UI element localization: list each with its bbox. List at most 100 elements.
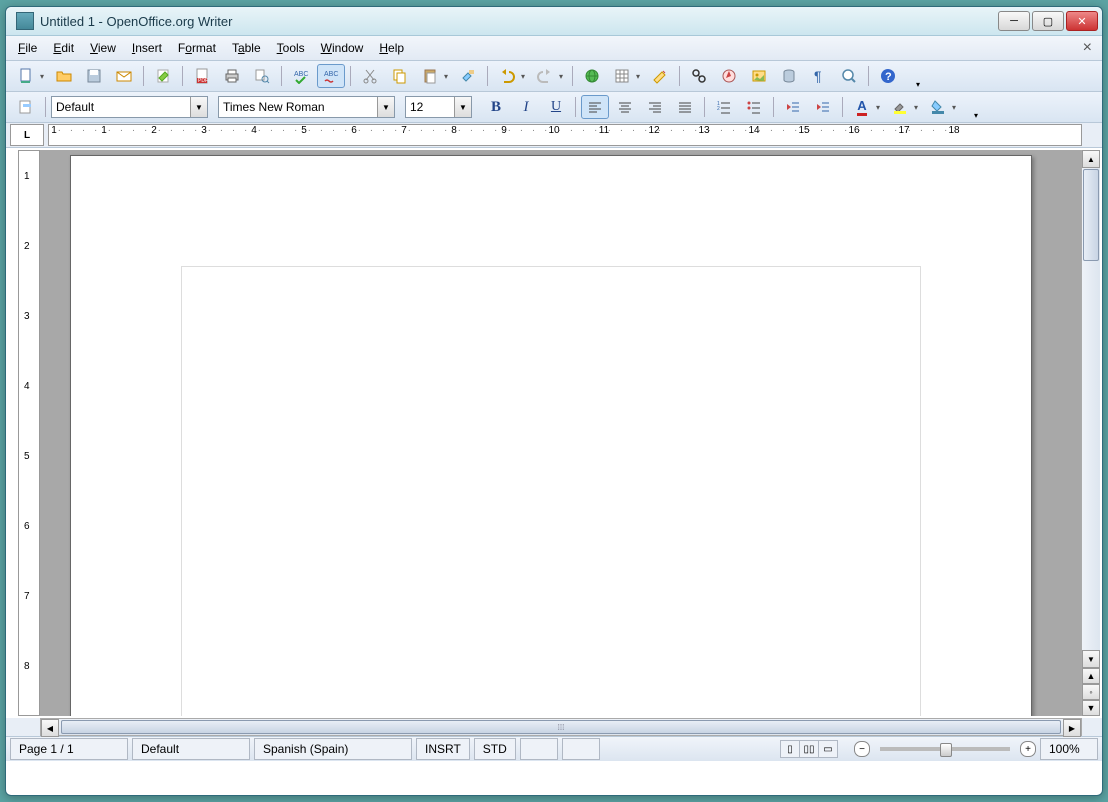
zoom-out-button[interactable]: − bbox=[854, 741, 870, 757]
document-page[interactable] bbox=[70, 155, 1032, 716]
zoom-percent-cell[interactable]: 100% bbox=[1040, 738, 1098, 760]
font-size-input[interactable] bbox=[406, 98, 454, 116]
increase-indent-button[interactable] bbox=[809, 95, 837, 119]
scroll-right-button[interactable]: ▶ bbox=[1063, 719, 1081, 737]
decrease-indent-button[interactable] bbox=[779, 95, 807, 119]
zoom-slider-knob[interactable] bbox=[940, 743, 952, 757]
insert-mode-cell[interactable]: INSRT bbox=[416, 738, 470, 760]
styles-formatting-button[interactable] bbox=[12, 95, 40, 119]
auto-spellcheck-button[interactable]: ABC bbox=[317, 64, 345, 88]
scroll-left-button[interactable]: ◀ bbox=[41, 719, 59, 737]
close-button[interactable]: ✕ bbox=[1066, 11, 1098, 31]
show-draw-functions-button[interactable] bbox=[646, 64, 674, 88]
menu-file[interactable]: File bbox=[10, 38, 45, 58]
edit-file-button[interactable] bbox=[149, 64, 177, 88]
redo-button[interactable] bbox=[531, 64, 559, 88]
font-name-dropdown-icon[interactable]: ▼ bbox=[377, 97, 394, 117]
signature-cell[interactable] bbox=[562, 738, 600, 760]
find-replace-button[interactable] bbox=[685, 64, 713, 88]
font-size-combo[interactable]: ▼ bbox=[405, 96, 472, 118]
maximize-button[interactable]: ▢ bbox=[1032, 11, 1064, 31]
highlighting-button[interactable] bbox=[886, 95, 914, 119]
background-color-button[interactable] bbox=[924, 95, 952, 119]
toolbar-options-button[interactable]: ▾ bbox=[904, 77, 932, 91]
align-right-button[interactable] bbox=[641, 95, 669, 119]
highlighting-dropdown-icon[interactable]: ▾ bbox=[914, 103, 922, 112]
help-button[interactable]: ? bbox=[874, 64, 902, 88]
language-cell[interactable]: Spanish (Spain) bbox=[254, 738, 412, 760]
email-button[interactable] bbox=[110, 64, 138, 88]
scroll-up-button[interactable]: ▲ bbox=[1082, 150, 1100, 168]
bold-button[interactable]: B bbox=[482, 95, 510, 119]
menu-edit[interactable]: Edit bbox=[45, 38, 82, 58]
justify-button[interactable] bbox=[671, 95, 699, 119]
table-button[interactable] bbox=[608, 64, 636, 88]
paragraph-style-dropdown-icon[interactable]: ▼ bbox=[190, 97, 207, 117]
navigation-button[interactable]: ◦ bbox=[1082, 684, 1100, 700]
copy-button[interactable] bbox=[386, 64, 414, 88]
paragraph-style-combo[interactable]: ▼ bbox=[51, 96, 208, 118]
menu-help[interactable]: Help bbox=[371, 38, 412, 58]
horizontal-scroll-thumb[interactable]: ⁞⁞⁞ bbox=[61, 720, 1061, 734]
font-name-combo[interactable]: ▼ bbox=[218, 96, 395, 118]
menu-view[interactable]: View bbox=[82, 38, 124, 58]
hyperlink-button[interactable] bbox=[578, 64, 606, 88]
undo-dropdown-icon[interactable]: ▾ bbox=[521, 72, 529, 81]
align-center-button[interactable] bbox=[611, 95, 639, 119]
new-dropdown-icon[interactable]: ▾ bbox=[40, 72, 48, 81]
italic-button[interactable]: I bbox=[512, 95, 540, 119]
menu-window[interactable]: Window bbox=[313, 38, 372, 58]
page-style-cell[interactable]: Default bbox=[132, 738, 250, 760]
menu-format[interactable]: Format bbox=[170, 38, 224, 58]
next-page-button[interactable]: ▼ bbox=[1082, 700, 1100, 716]
font-name-input[interactable] bbox=[219, 98, 377, 116]
redo-dropdown-icon[interactable]: ▾ bbox=[559, 72, 567, 81]
format-paintbrush-button[interactable] bbox=[454, 64, 482, 88]
single-page-view-button[interactable]: ▯ bbox=[780, 740, 800, 758]
menu-insert[interactable]: Insert bbox=[124, 38, 170, 58]
background-color-dropdown-icon[interactable]: ▾ bbox=[952, 103, 960, 112]
formatting-toolbar-options-button[interactable]: ▾ bbox=[962, 108, 990, 122]
tab-type-button[interactable]: L bbox=[10, 124, 44, 146]
nonprinting-characters-button[interactable]: ¶ bbox=[805, 64, 833, 88]
close-document-button[interactable]: × bbox=[1077, 39, 1098, 57]
navigator-button[interactable] bbox=[715, 64, 743, 88]
horizontal-scrollbar[interactable]: ◀ ⁞⁞⁞ ▶ bbox=[40, 718, 1082, 736]
font-size-dropdown-icon[interactable]: ▼ bbox=[454, 97, 471, 117]
zoom-button[interactable] bbox=[835, 64, 863, 88]
vertical-scrollbar[interactable]: ▲ ▼ ▲ ◦ ▼ bbox=[1081, 150, 1100, 716]
modified-cell[interactable] bbox=[520, 738, 558, 760]
scroll-down-button[interactable]: ▼ bbox=[1082, 650, 1100, 668]
paragraph-style-input[interactable] bbox=[52, 98, 190, 116]
paste-button[interactable] bbox=[416, 64, 444, 88]
cut-button[interactable] bbox=[356, 64, 384, 88]
gallery-button[interactable] bbox=[745, 64, 773, 88]
font-color-button[interactable]: A bbox=[848, 95, 876, 119]
bullets-button[interactable] bbox=[740, 95, 768, 119]
export-pdf-button[interactable]: PDF bbox=[188, 64, 216, 88]
vertical-scroll-thumb[interactable] bbox=[1083, 169, 1099, 261]
paste-dropdown-icon[interactable]: ▾ bbox=[444, 72, 452, 81]
book-view-button[interactable]: ▭ bbox=[818, 740, 838, 758]
horizontal-ruler[interactable]: 1123456789101112131415161718 bbox=[48, 124, 1082, 146]
underline-button[interactable]: U bbox=[542, 95, 570, 119]
table-dropdown-icon[interactable]: ▾ bbox=[636, 72, 644, 81]
zoom-in-button[interactable]: + bbox=[1020, 741, 1036, 757]
spellcheck-button[interactable]: ABC bbox=[287, 64, 315, 88]
zoom-slider[interactable] bbox=[880, 747, 1010, 751]
multi-page-view-button[interactable]: ▯▯ bbox=[799, 740, 819, 758]
print-preview-button[interactable] bbox=[248, 64, 276, 88]
menu-table[interactable]: Table bbox=[224, 38, 269, 58]
numbering-button[interactable]: 12 bbox=[710, 95, 738, 119]
page-number-cell[interactable]: Page 1 / 1 bbox=[10, 738, 128, 760]
data-sources-button[interactable] bbox=[775, 64, 803, 88]
print-button[interactable] bbox=[218, 64, 246, 88]
new-document-button[interactable] bbox=[12, 64, 40, 88]
align-left-button[interactable] bbox=[581, 95, 609, 119]
previous-page-button[interactable]: ▲ bbox=[1082, 668, 1100, 684]
save-button[interactable] bbox=[80, 64, 108, 88]
font-color-dropdown-icon[interactable]: ▾ bbox=[876, 103, 884, 112]
selection-mode-cell[interactable]: STD bbox=[474, 738, 516, 760]
menu-tools[interactable]: Tools bbox=[269, 38, 313, 58]
open-button[interactable] bbox=[50, 64, 78, 88]
